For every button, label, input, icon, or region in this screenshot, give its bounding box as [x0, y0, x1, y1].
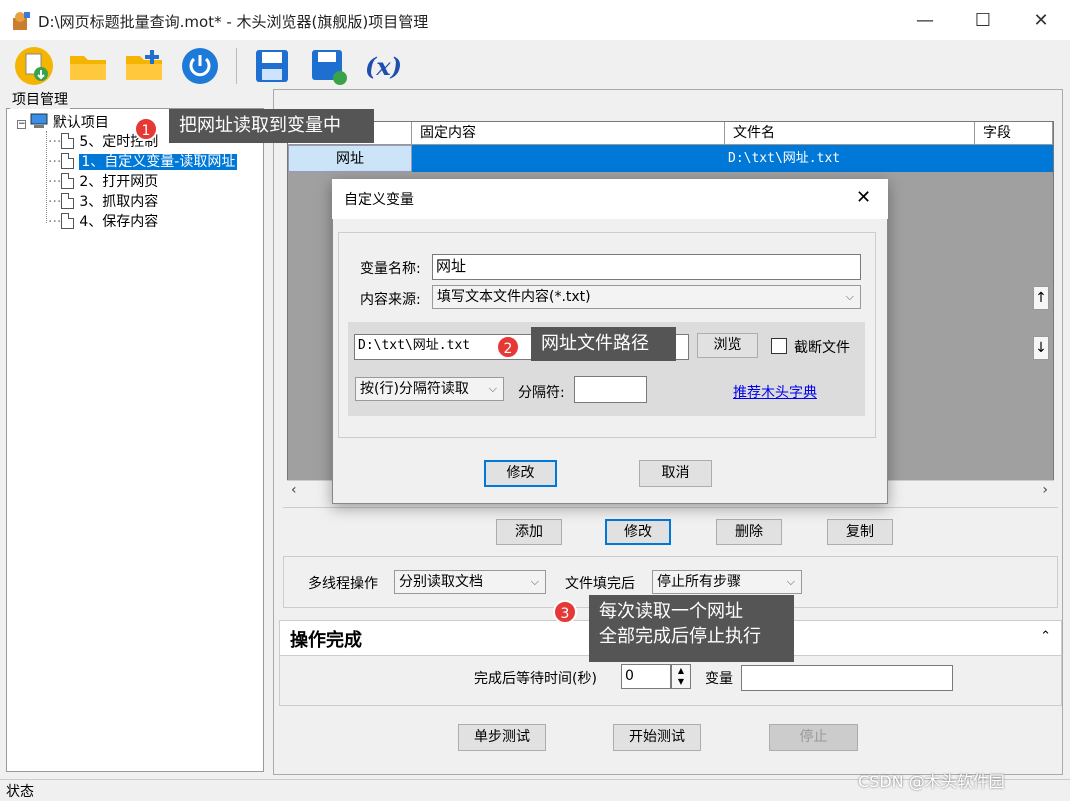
source-select[interactable]: 填写文本文件内容(*.txt) ⌵	[432, 285, 861, 309]
title-bar: D:\网页标题批量查询.mot* - 木头浏览器(旗舰版)项目管理 — ☐ ✕	[0, 0, 1070, 40]
after-fill-label: 文件填完后	[565, 576, 635, 592]
move-up-button[interactable]: ↑	[1033, 286, 1049, 310]
scroll-left-icon[interactable]: ‹	[291, 482, 297, 498]
dictionary-link[interactable]: 推荐木头字典	[733, 382, 817, 402]
document-icon	[61, 193, 75, 209]
start-test-button[interactable]: 开始测试	[613, 724, 701, 751]
stop-button[interactable]: 停止	[769, 724, 858, 751]
toolbar: (x)	[0, 40, 1070, 90]
add-button[interactable]: 添加	[496, 519, 562, 545]
chevron-down-icon: ⌵	[786, 575, 795, 588]
variable-icon[interactable]: (x)	[362, 44, 406, 88]
wait-input[interactable]: 0	[621, 664, 671, 689]
modify-button[interactable]: 修改	[605, 519, 671, 545]
after-fill-select[interactable]: 停止所有步骤 ⌵	[652, 570, 802, 594]
grid-cell-field[interactable]	[975, 145, 1053, 172]
divider	[283, 507, 1058, 508]
var-label: 变量	[705, 671, 733, 687]
save-as-icon[interactable]	[306, 44, 350, 88]
app-icon	[13, 12, 30, 30]
annotation-tip-1: 把网址读取到变量中	[169, 109, 374, 143]
multithread-select[interactable]: 分别读取文档 ⌵	[394, 570, 546, 594]
new-project-icon[interactable]	[12, 44, 56, 88]
tree-item-scrape[interactable]: ··· 3、抓取内容	[48, 192, 158, 212]
tree-line	[46, 131, 47, 223]
move-down-button[interactable]: ↓	[1033, 336, 1049, 360]
tree-item-open-page[interactable]: ··· 2、打开网页	[48, 172, 158, 192]
close-button[interactable]: ✕	[1021, 8, 1061, 34]
collapse-up-icon[interactable]: ⌃	[1040, 629, 1051, 644]
browse-button[interactable]: 浏览	[697, 333, 758, 358]
chevron-down-icon: ⌵	[530, 575, 539, 588]
var-name-label: 变量名称:	[360, 261, 421, 277]
project-panel-title: 项目管理	[10, 89, 70, 109]
document-icon	[61, 173, 75, 189]
annotation-tip-3: 每次读取一个网址 全部完成后停止执行	[589, 595, 794, 662]
tree-item-variable[interactable]: ··· 1、自定义变量-读取网址	[48, 152, 238, 172]
minimize-button[interactable]: —	[905, 8, 945, 34]
tree-root[interactable]: − 默认项目	[17, 113, 109, 133]
annotation-badge-1: 1	[134, 117, 158, 141]
toolbar-separator	[236, 48, 237, 84]
tree-item-save[interactable]: ··· 4、保存内容	[48, 212, 158, 232]
var-input[interactable]	[741, 665, 953, 691]
wait-spinner[interactable]: ▲ ▼	[671, 664, 691, 689]
add-folder-icon[interactable]	[122, 44, 166, 88]
maximize-button[interactable]: ☐	[963, 8, 1003, 34]
watermark: CSDN @木头软件园	[858, 772, 1005, 791]
computer-icon	[30, 113, 48, 128]
copy-button[interactable]: 复制	[827, 519, 893, 545]
grid-header-fixed[interactable]: 固定内容	[412, 122, 725, 145]
document-icon	[61, 133, 75, 149]
grid-cell-fixed[interactable]	[412, 145, 725, 172]
separator-input[interactable]	[574, 376, 647, 403]
source-label: 内容来源:	[360, 292, 421, 308]
annotation-badge-3: 3	[553, 600, 577, 624]
chevron-down-icon: ⌵	[845, 290, 854, 303]
status-text: 状态	[6, 784, 34, 800]
annotation-tip-3-line1: 每次读取一个网址	[599, 601, 743, 622]
dialog-close-icon[interactable]: ✕	[856, 187, 871, 208]
grid-header-field[interactable]: 字段	[975, 122, 1053, 145]
read-mode-select[interactable]: 按(行)分隔符读取 ⌵	[355, 377, 504, 401]
grid-header-file[interactable]: 文件名	[725, 122, 975, 145]
dialog-title-bar: 自定义变量 ✕	[332, 179, 888, 219]
chevron-down-icon: ⌵	[488, 382, 497, 395]
var-name-input[interactable]: 网址	[432, 254, 861, 280]
grid-row-name[interactable]: 网址	[288, 145, 412, 172]
annotation-tip-3-line2: 全部完成后停止执行	[599, 626, 761, 647]
step-test-button[interactable]: 单步测试	[458, 724, 546, 751]
dialog-cancel-button[interactable]: 取消	[639, 460, 712, 487]
power-icon[interactable]	[178, 44, 222, 88]
scroll-right-icon[interactable]: ›	[1042, 482, 1048, 498]
open-folder-icon[interactable]	[66, 44, 110, 88]
tree-root-label: 默认项目	[52, 115, 109, 131]
wait-label: 完成后等待时间(秒)	[474, 671, 597, 687]
document-icon	[61, 153, 75, 169]
dialog-title: 自定义变量	[344, 192, 414, 208]
truncate-label: 截断文件	[794, 340, 850, 356]
truncate-checkbox[interactable]	[771, 338, 787, 354]
dialog-modify-button[interactable]: 修改	[484, 460, 557, 487]
annotation-tip-2: 网址文件路径	[531, 327, 676, 361]
save-icon[interactable]	[250, 44, 294, 88]
document-icon	[61, 213, 75, 229]
collapse-icon[interactable]: −	[17, 120, 26, 129]
grid-cell-file[interactable]: D:\txt\网址.txt	[725, 145, 975, 172]
window-title: D:\网页标题批量查询.mot* - 木头浏览器(旗舰版)项目管理	[38, 13, 429, 31]
annotation-badge-2: 2	[496, 335, 520, 359]
svg-text:(x): (x)	[365, 52, 402, 81]
separator-label: 分隔符:	[518, 385, 565, 401]
complete-title: 操作完成	[290, 630, 362, 651]
delete-button[interactable]: 删除	[716, 519, 782, 545]
multithread-label: 多线程操作	[308, 576, 378, 592]
